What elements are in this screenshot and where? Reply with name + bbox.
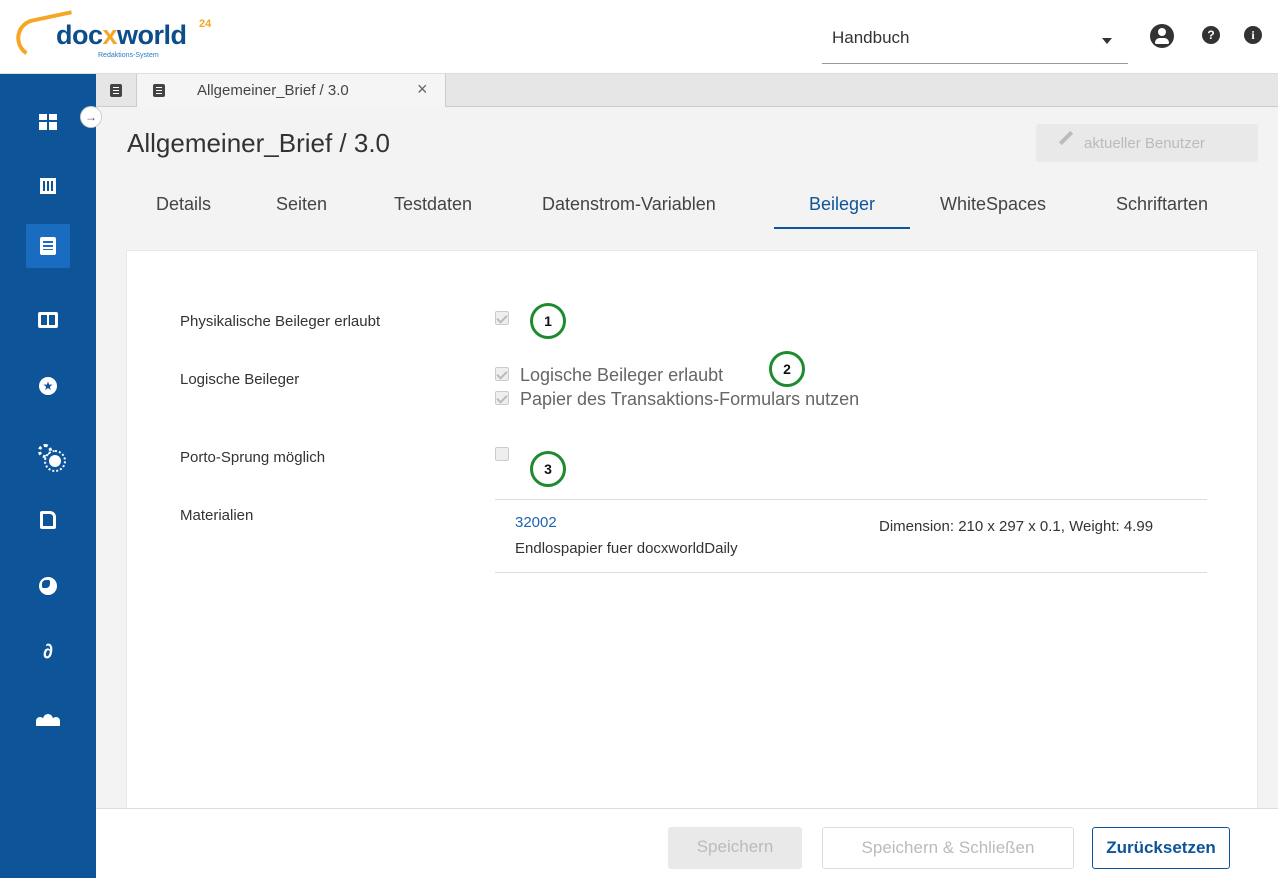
sidebar-item-dashboard[interactable] [26, 100, 70, 144]
document-tabstrip: Allgemeiner_Brief / 3.0 × [96, 74, 1278, 107]
beileger-form-card: Physikalische Beileger erlaubt 1 Logisch… [126, 250, 1258, 810]
material-name: Endlospapier fuer docxworldDaily [515, 540, 738, 557]
current-user-button[interactable]: aktueller Benutzer [1036, 124, 1258, 162]
logical-enclosures-label: Logische Beileger [180, 371, 300, 388]
physical-enclosures-checkbox[interactable] [495, 311, 509, 325]
porto-jump-checkbox[interactable] [495, 447, 509, 461]
tab-list-icon[interactable] [110, 84, 122, 97]
logo-subtitle: Redaktions-System [98, 52, 159, 59]
logical-enclosures-allowed-label: Logische Beileger erlaubt [520, 365, 724, 385]
materials-table: 32002 Endlospapier fuer docxworldDaily D… [495, 499, 1207, 573]
book-icon [38, 312, 58, 328]
sidebar-item-handbook[interactable] [26, 298, 70, 342]
material-dimension: Dimension: 210 x 297 x 0.1, Weight: 4.99 [879, 518, 1154, 535]
tab-details[interactable]: Details [156, 184, 211, 229]
doc-tab-allgemeiner-brief[interactable]: Allgemeiner_Brief / 3.0 × [136, 74, 446, 107]
sidebar: ★ ∂ [0, 74, 96, 878]
tab-seiten[interactable]: Seiten [276, 184, 327, 229]
page-title: Allgemeiner_Brief / 3.0 [127, 128, 391, 158]
link-icon: ∂ [43, 641, 53, 663]
star-icon: ★ [39, 377, 57, 395]
materials-label: Materialien [180, 507, 254, 524]
close-icon[interactable]: × [417, 79, 428, 100]
use-transaction-paper-label: Papier des Transaktions-Formulars nutzen [520, 389, 860, 409]
save-button[interactable]: Speichern [668, 827, 802, 869]
logo-superscript: 24 [199, 18, 212, 30]
sidebar-item-files[interactable] [26, 498, 70, 542]
action-footer: Speichern Speichern & Schließen Zurückse… [96, 808, 1278, 878]
tab-whitespaces[interactable]: WhiteSpaces [940, 184, 1046, 229]
tab-testdaten[interactable]: Testdaten [394, 184, 472, 229]
tab-beileger[interactable]: Beileger [774, 184, 910, 229]
sidebar-item-company[interactable] [26, 164, 70, 208]
globe-icon [39, 577, 57, 595]
sidebar-expand-button[interactable]: → [80, 106, 102, 128]
dashboard-icon [39, 114, 57, 130]
callout-badge-2: 2 [769, 351, 805, 387]
cogs-icon [38, 444, 66, 472]
info-icon[interactable]: i [1244, 26, 1262, 44]
sidebar-item-documents[interactable] [26, 224, 70, 268]
logical-enclosures-allowed-checkbox[interactable] [495, 367, 509, 381]
building-icon [40, 178, 56, 194]
tab-schriftarten[interactable]: Schriftarten [1116, 184, 1208, 229]
reset-button[interactable]: Zurücksetzen [1092, 827, 1230, 869]
sidebar-item-users[interactable] [26, 696, 70, 740]
document-tab-icon [153, 84, 165, 97]
callout-badge-3: 3 [530, 451, 566, 487]
project-select-value: Handbuch [832, 28, 910, 47]
callout-badge-1: 1 [530, 303, 566, 339]
file-icon [40, 511, 56, 529]
logo-text: docxworld [56, 20, 187, 50]
tab-datenstrom-variablen[interactable]: Datenstrom-Variablen [542, 184, 716, 229]
sidebar-item-links[interactable]: ∂ [26, 630, 70, 674]
sidebar-item-settings[interactable] [26, 432, 70, 476]
material-id-link[interactable]: 32002 [515, 514, 557, 531]
help-icon[interactable]: ? [1202, 26, 1220, 44]
porto-jump-label: Porto-Sprung möglich [180, 449, 326, 466]
sidebar-item-languages[interactable] [26, 564, 70, 608]
current-user-label: aktueller Benutzer [1084, 135, 1205, 152]
document-icon [40, 237, 56, 255]
users-icon [36, 710, 60, 726]
docxworld-logo[interactable]: docxworld 24 Redaktions-System [12, 10, 236, 66]
user-circle-icon[interactable] [1150, 24, 1174, 48]
detail-tabs: Details Seiten Testdaten Datenstrom-Vari… [130, 184, 1250, 229]
sidebar-item-favorites[interactable]: ★ [26, 364, 70, 408]
pencil-icon [1058, 130, 1074, 146]
physical-enclosures-label: Physikalische Beileger erlaubt [180, 313, 381, 330]
doc-tab-label: Allgemeiner_Brief / 3.0 [197, 82, 349, 99]
project-select[interactable]: Handbuch [822, 14, 1128, 64]
top-header: docxworld 24 Redaktions-System Handbuch … [0, 0, 1278, 74]
use-transaction-paper-checkbox[interactable] [495, 391, 509, 405]
caret-down-icon [1102, 38, 1112, 44]
save-and-close-button[interactable]: Speichern & Schließen [822, 827, 1074, 869]
